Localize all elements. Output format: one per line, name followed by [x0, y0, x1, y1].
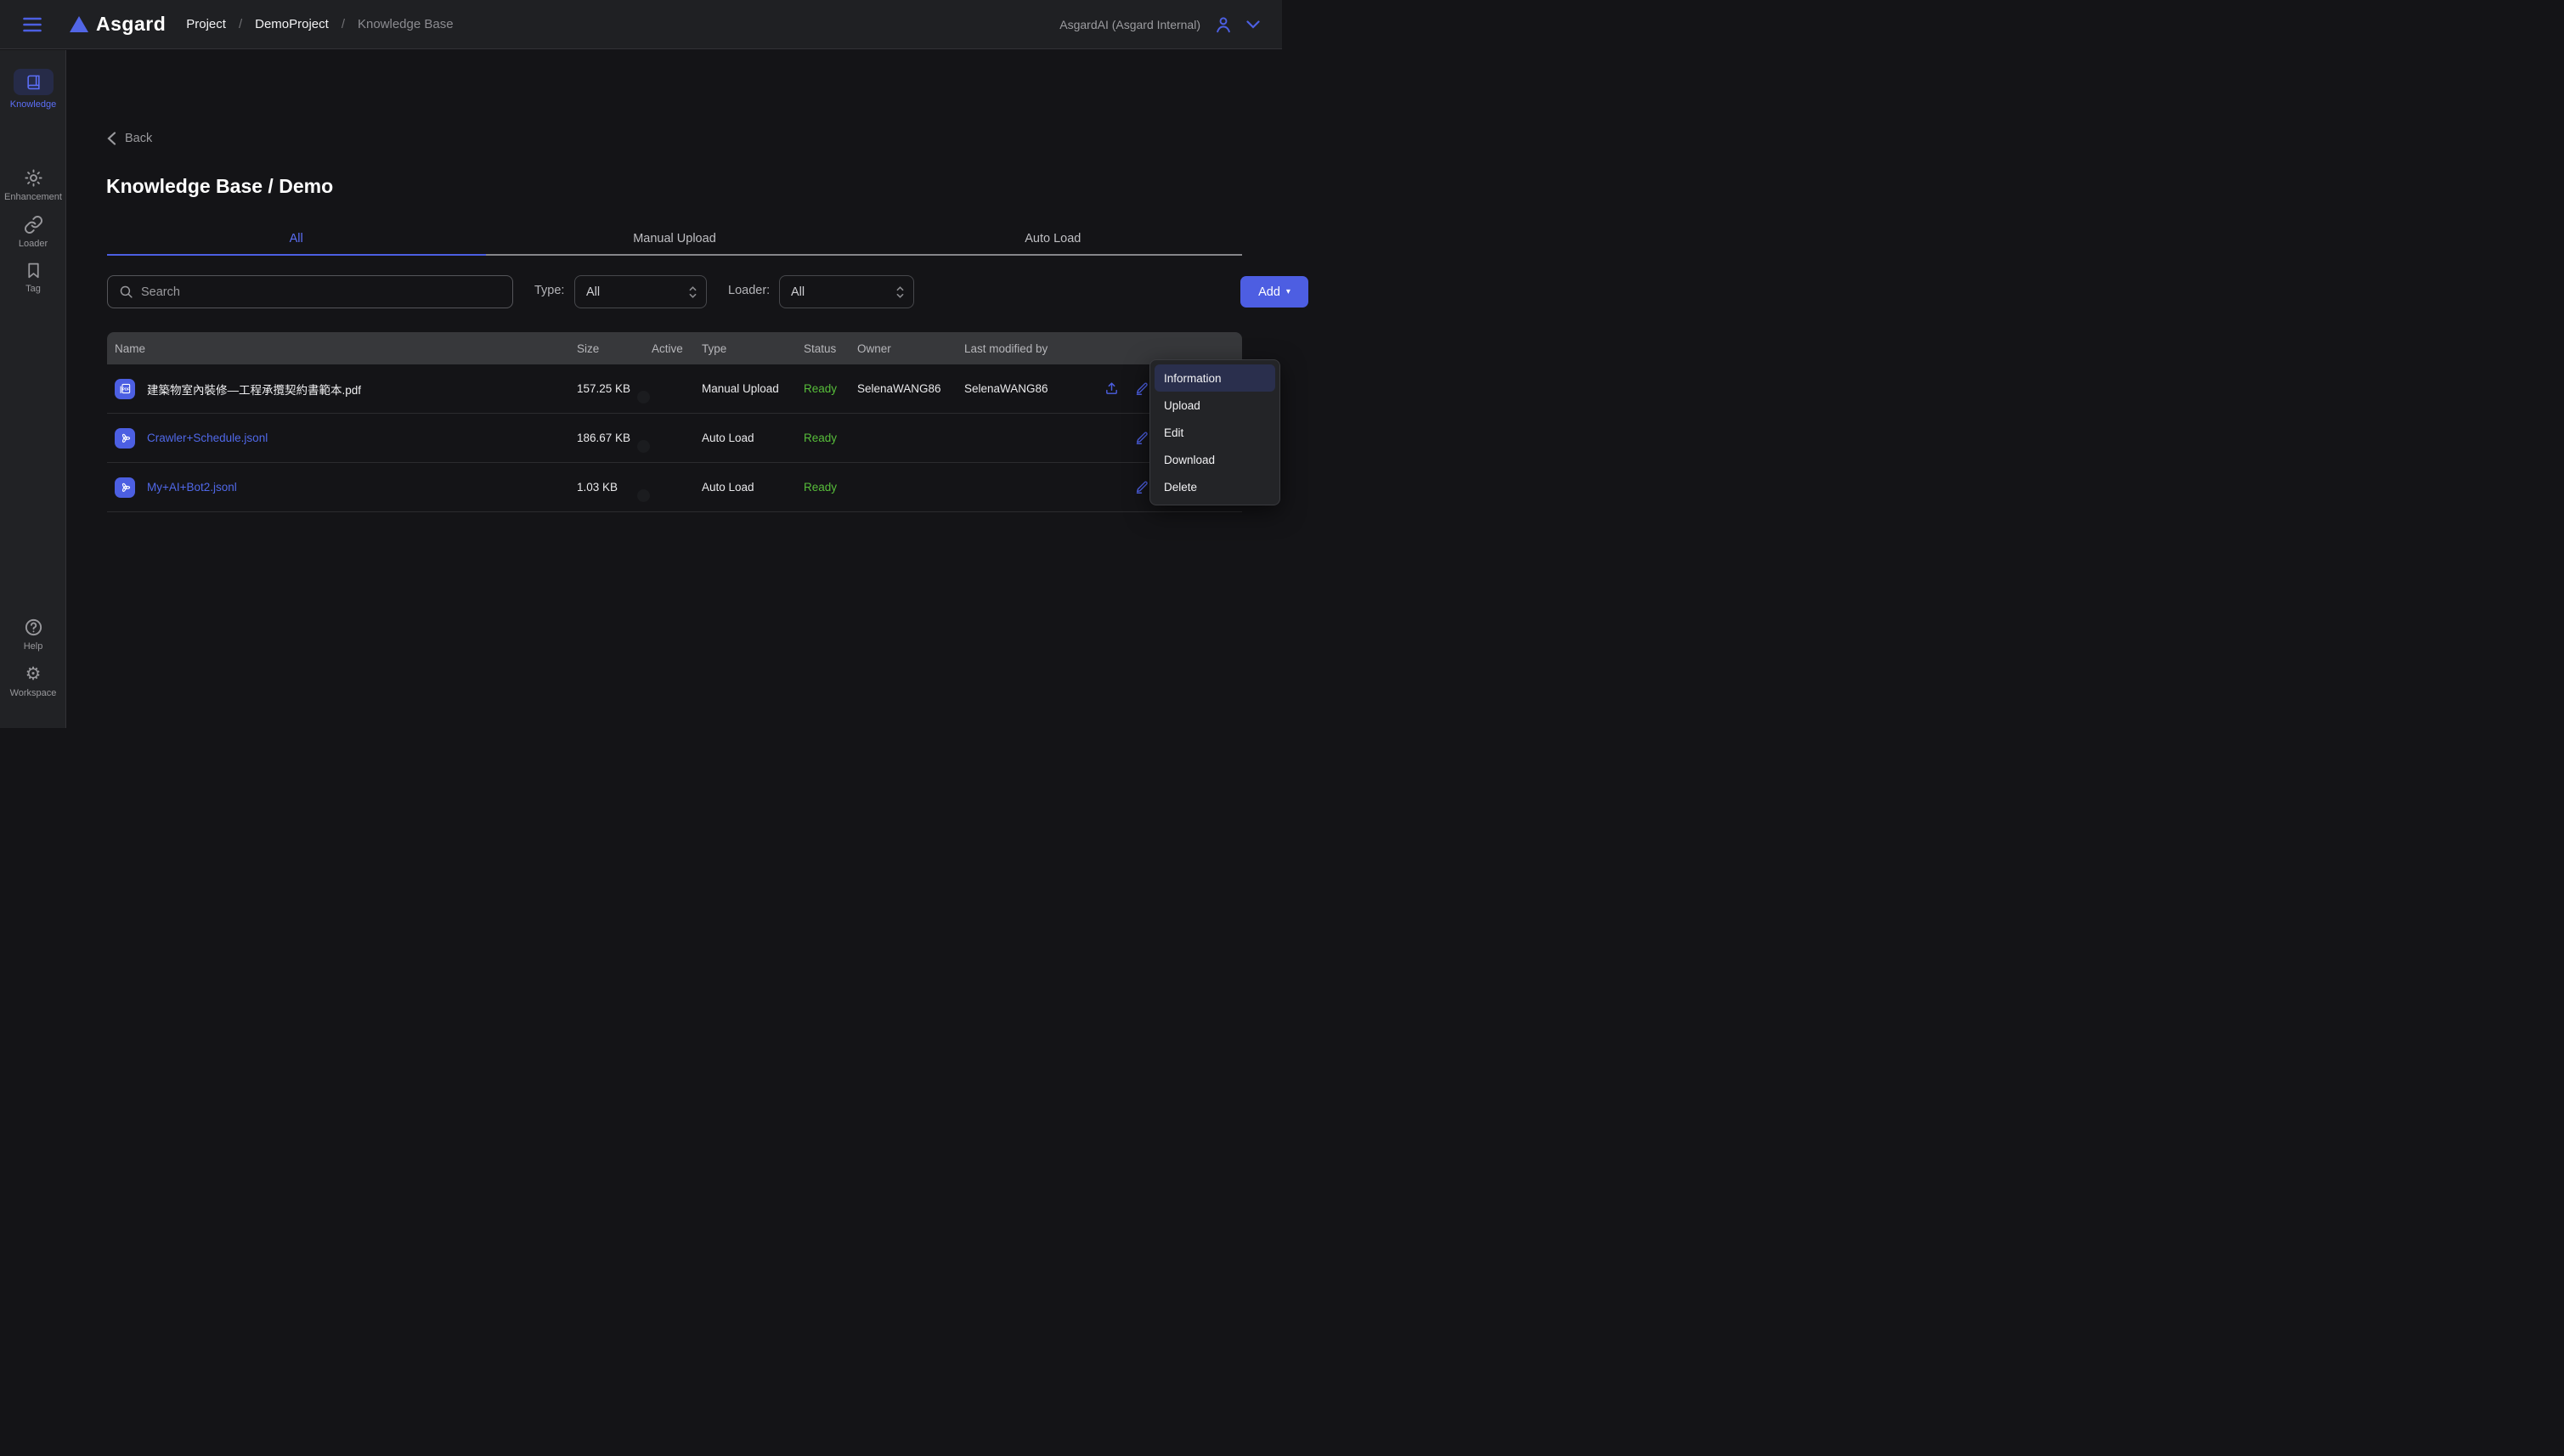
- brand-logo[interactable]: Asgard: [70, 13, 166, 36]
- sidebar-item-workspace[interactable]: ⚙ Workspace: [0, 665, 66, 698]
- add-button-label: Add: [1258, 285, 1280, 299]
- filter-row: Type: All Loader: All Add ▾: [107, 275, 1242, 308]
- file-type: Auto Load: [702, 481, 804, 494]
- table-row: Crawler+Schedule.jsonl 186.67 KB Auto Lo…: [107, 414, 1242, 463]
- type-select-value: All: [586, 285, 600, 299]
- main-content: Back Knowledge Base / Demo All Manual Up…: [67, 50, 1282, 728]
- file-name: 建築物室內裝修—工程承攬契約書範本.pdf: [147, 381, 361, 398]
- table-row: My+AI+Bot2.jsonl 1.03 KB Auto Load Ready: [107, 463, 1242, 512]
- tab-all[interactable]: All: [107, 225, 485, 256]
- search-box[interactable]: [107, 275, 513, 308]
- sun-icon: [24, 168, 43, 188]
- app-header: Asgard Project / DemoProject / Knowledge…: [0, 0, 1282, 49]
- knowledge-table: Name Size Active Type Status Owner Last …: [107, 332, 1242, 512]
- row-context-menu: Information Upload Edit Download Delete: [1149, 359, 1280, 505]
- file-type: Auto Load: [702, 432, 804, 444]
- breadcrumb: Project / DemoProject / Knowledge Base: [186, 17, 453, 31]
- menu-item-delete[interactable]: Delete: [1155, 473, 1275, 500]
- tab-underline-active: [107, 254, 486, 256]
- caret-down-icon: ▾: [1286, 288, 1290, 296]
- loader-filter-label: Loader:: [728, 284, 770, 297]
- col-owner: Owner: [857, 342, 964, 355]
- bookmark-icon: [25, 262, 42, 279]
- col-name: Name: [115, 342, 577, 355]
- menu-item-upload[interactable]: Upload: [1155, 392, 1275, 419]
- sidebar-item-enhancement[interactable]: Enhancement: [0, 168, 66, 202]
- col-size: Size: [577, 342, 652, 355]
- help-circle-icon: [24, 618, 43, 637]
- status-badge: Ready: [804, 382, 857, 395]
- col-active: Active: [652, 342, 702, 355]
- sidebar-item-loader[interactable]: Loader: [0, 215, 66, 249]
- status-badge: Ready: [804, 481, 857, 494]
- menu-icon[interactable]: [23, 17, 42, 32]
- sidebar: Knowledge Enhancement Loader: [0, 50, 66, 728]
- back-button[interactable]: Back: [107, 132, 152, 145]
- header-account-area: AsgardAI (Asgard Internal): [1059, 15, 1260, 34]
- breadcrumb-project-name[interactable]: DemoProject: [255, 17, 329, 31]
- pdf-file-icon: PDF: [115, 379, 135, 399]
- owner: SelenaWANG86: [857, 382, 964, 395]
- sidebar-item-label: Knowledge: [10, 100, 56, 110]
- upload-icon[interactable]: [1096, 381, 1127, 396]
- menu-item-download[interactable]: Download: [1155, 446, 1275, 473]
- add-button[interactable]: Add ▾: [1240, 276, 1308, 308]
- col-status: Status: [804, 342, 857, 355]
- col-last-modified-by: Last modified by: [964, 342, 1096, 355]
- loader-select-value: All: [791, 285, 805, 299]
- chevron-left-icon: [107, 132, 116, 145]
- select-arrows-icon: [895, 285, 905, 299]
- breadcrumb-current: Knowledge Base: [358, 17, 454, 31]
- logo-triangle-icon: [70, 16, 88, 32]
- menu-item-information[interactable]: Information: [1155, 364, 1275, 392]
- table-row: PDF 建築物室內裝修—工程承攬契約書範本.pdf 157.25 KB Manu…: [107, 364, 1242, 414]
- breadcrumb-project[interactable]: Project: [186, 17, 226, 31]
- brand-name: Asgard: [96, 13, 166, 36]
- select-arrows-icon: [688, 285, 697, 299]
- file-name[interactable]: My+AI+Bot2.jsonl: [147, 481, 237, 494]
- jsonl-file-icon: [115, 428, 135, 449]
- sidebar-item-label: Loader: [19, 240, 48, 249]
- active-item-highlight: [14, 69, 54, 95]
- tab-manual-upload[interactable]: Manual Upload: [485, 225, 863, 256]
- gear-icon: ⚙: [25, 665, 42, 684]
- search-input[interactable]: [141, 285, 498, 299]
- menu-item-edit[interactable]: Edit: [1155, 419, 1275, 446]
- col-type: Type: [702, 342, 804, 355]
- breadcrumb-separator: /: [342, 17, 345, 31]
- sidebar-item-label: Enhancement: [4, 193, 62, 202]
- type-select[interactable]: All: [574, 275, 707, 308]
- jsonl-file-icon: [115, 477, 135, 498]
- sidebar-item-tag[interactable]: Tag: [0, 262, 66, 294]
- search-icon: [119, 285, 133, 299]
- last-modified-by: SelenaWANG86: [964, 382, 1096, 395]
- link-icon: [24, 215, 43, 234]
- book-icon: [25, 74, 42, 90]
- table-header: Name Size Active Type Status Owner Last …: [107, 332, 1242, 364]
- chevron-down-icon[interactable]: [1246, 20, 1260, 29]
- sidebar-item-label: Help: [24, 642, 43, 652]
- tab-bar: All Manual Upload Auto Load: [107, 225, 1242, 256]
- tab-auto-load[interactable]: Auto Load: [864, 225, 1242, 256]
- sidebar-item-label: Workspace: [10, 689, 57, 698]
- back-label: Back: [125, 132, 152, 145]
- file-type: Manual Upload: [702, 382, 804, 395]
- sidebar-item-help[interactable]: Help: [0, 618, 66, 652]
- svg-text:PDF: PDF: [122, 387, 130, 391]
- file-name[interactable]: Crawler+Schedule.jsonl: [147, 432, 268, 444]
- sidebar-item-knowledge[interactable]: Knowledge: [0, 69, 66, 110]
- sidebar-item-label: Tag: [25, 285, 41, 294]
- account-name: AsgardAI (Asgard Internal): [1059, 18, 1200, 31]
- breadcrumb-separator: /: [239, 17, 242, 31]
- status-badge: Ready: [804, 432, 857, 444]
- type-filter-label: Type:: [534, 284, 564, 297]
- user-icon[interactable]: [1214, 15, 1233, 34]
- loader-select[interactable]: All: [779, 275, 914, 308]
- page-title: Knowledge Base / Demo: [106, 175, 333, 198]
